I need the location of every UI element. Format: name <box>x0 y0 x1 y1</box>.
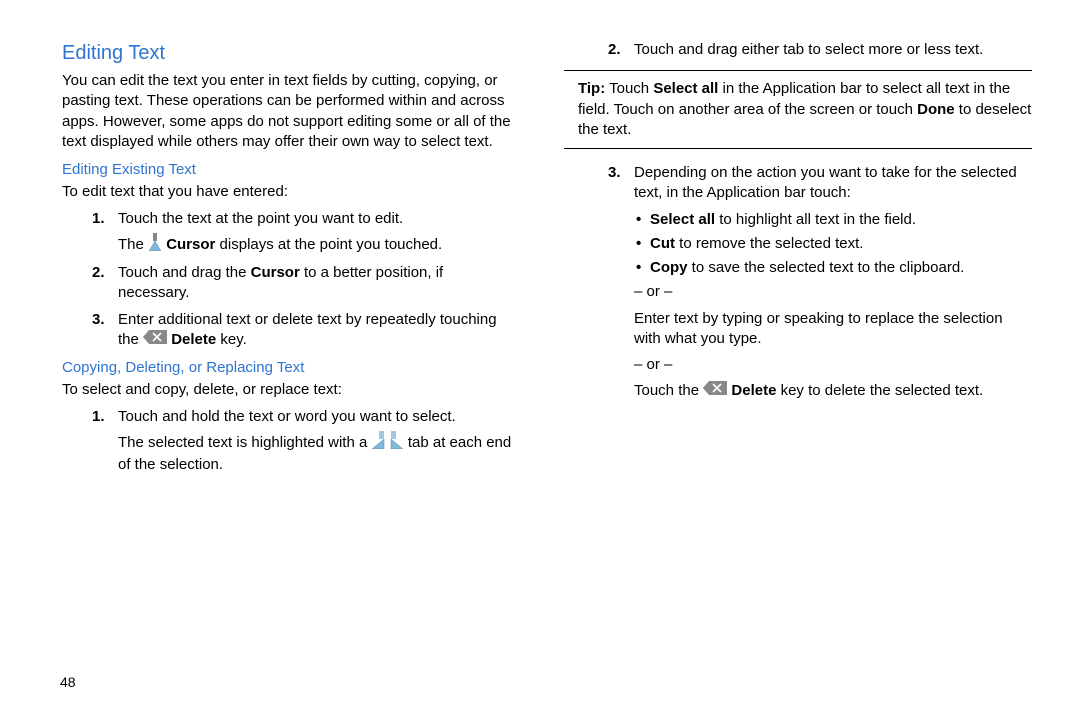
bold: Copy <box>650 259 688 276</box>
steps-copying-cont2: 3. Depending on the action you want to t… <box>564 163 1032 204</box>
selection-tab-right-icon <box>390 431 404 455</box>
copy-step-2: 2. Touch and drag either tab to select m… <box>564 40 1032 60</box>
heading-copy-delete-replace: Copying, Deleting, or Replacing Text <box>62 358 516 378</box>
steps-copying-cont: 2. Touch and drag either tab to select m… <box>564 40 1032 60</box>
step-text: Touch and drag either tab to select more… <box>634 41 983 58</box>
step-number: 2. <box>92 263 105 283</box>
copy-step-3: 3. Depending on the action you want to t… <box>564 163 1032 204</box>
copy-step-1-line2: The selected text is highlighted with a … <box>118 431 516 476</box>
action-bullets: Select all to highlight all text in the … <box>564 210 1032 279</box>
bold-done: Done <box>917 101 955 118</box>
step-text: Touch and hold the text or word you want… <box>118 408 456 425</box>
text: key to delete the selected text. <box>776 382 983 399</box>
cursor-icon <box>148 233 162 257</box>
step-3: 3. Enter additional text or delete text … <box>48 310 516 351</box>
intro-paragraph: You can edit the text you enter in text … <box>62 71 516 152</box>
step-1-line2: The Cursor displays at the point you tou… <box>118 233 516 257</box>
step-number: 3. <box>608 163 621 183</box>
step-text: Depending on the action you want to take… <box>634 164 1017 201</box>
copy-step-1: 1. Touch and hold the text or word you w… <box>48 407 516 476</box>
step-1: 1. Touch the text at the point you want … <box>48 209 516 258</box>
tip-label: Tip: <box>578 80 605 97</box>
bold-cursor: Cursor <box>251 264 300 281</box>
left-column: Editing Text You can edit the text you e… <box>48 40 516 481</box>
step-text: Touch the text at the point you want to … <box>118 210 403 227</box>
or-sep-2: – or – <box>564 355 1032 375</box>
bold-select-all: Select all <box>653 80 718 97</box>
bold: Cut <box>650 235 675 252</box>
bullet-select-all: Select all to highlight all text in the … <box>564 210 1032 230</box>
text: Touch <box>605 80 653 97</box>
step-number: 1. <box>92 209 105 229</box>
lead-copy: To select and copy, delete, or replace t… <box>62 380 516 400</box>
step-number: 2. <box>608 40 621 60</box>
text: to highlight all text in the field. <box>715 211 916 228</box>
bold-delete: Delete <box>731 382 776 399</box>
tip-block: Tip: Touch Select all in the Application… <box>564 70 1032 149</box>
text: displays at the point you touched. <box>220 236 443 253</box>
step-2: 2. Touch and drag the Cursor to a better… <box>48 263 516 304</box>
right-column: 2. Touch and drag either tab to select m… <box>564 40 1032 481</box>
steps-editing: 1. Touch the text at the point you want … <box>48 209 516 351</box>
bullet-copy: Copy to save the selected text to the cl… <box>564 258 1032 278</box>
bold: Select all <box>650 211 715 228</box>
heading-editing-text: Editing Text <box>62 40 516 67</box>
step-number: 1. <box>92 407 105 427</box>
text: key. <box>216 331 247 348</box>
bold-delete: Delete <box>171 331 216 348</box>
touch-delete-option: Touch the Delete key to delete the selec… <box>564 381 1032 401</box>
text: The selected text is highlighted with a <box>118 434 371 451</box>
bullet-cut: Cut to remove the selected text. <box>564 234 1032 254</box>
selection-tab-left-icon <box>371 431 385 455</box>
text: to remove the selected text. <box>675 235 863 252</box>
page-number: 48 <box>60 673 76 692</box>
text: Touch the <box>634 382 703 399</box>
heading-editing-existing: Editing Existing Text <box>62 160 516 180</box>
delete-key-icon <box>143 330 167 350</box>
step-number: 3. <box>92 310 105 330</box>
enter-text-option: Enter text by typing or speaking to repl… <box>564 309 1032 350</box>
page-content: Editing Text You can edit the text you e… <box>48 40 1032 481</box>
text: to save the selected text to the clipboa… <box>688 259 965 276</box>
text: Touch and drag the <box>118 264 251 281</box>
delete-key-icon <box>703 381 727 401</box>
bold-cursor: Cursor <box>166 236 215 253</box>
text: The <box>118 236 148 253</box>
steps-copying: 1. Touch and hold the text or word you w… <box>48 407 516 476</box>
or-sep-1: – or – <box>564 282 1032 302</box>
lead-editing: To edit text that you have entered: <box>62 182 516 202</box>
